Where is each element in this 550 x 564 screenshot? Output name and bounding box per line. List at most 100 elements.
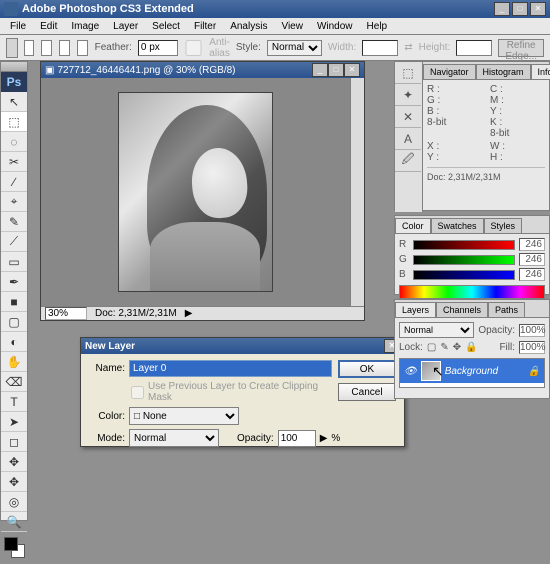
close-button[interactable]: ✕ (530, 2, 546, 16)
refine-edge-button[interactable]: Refine Edge... (498, 39, 544, 57)
well-tab-1[interactable]: ⬚ (395, 62, 421, 84)
tool-0[interactable]: ↖ (1, 92, 27, 112)
tool-20[interactable]: ◎ (1, 492, 27, 512)
style-select[interactable]: Normal (267, 40, 322, 56)
well-tab-5[interactable]: 🖉 (395, 150, 421, 172)
tool-15[interactable]: T (1, 392, 27, 412)
menu-help[interactable]: Help (361, 20, 394, 33)
lock-pixels-icon[interactable]: ✎ (440, 342, 448, 353)
document-canvas[interactable] (41, 78, 350, 306)
opacity-flyout-icon[interactable]: ▶ (320, 433, 328, 444)
selection-mode-subtract[interactable] (59, 40, 70, 56)
menu-select[interactable]: Select (146, 20, 186, 33)
tool-7[interactable]: ⟋ (1, 232, 27, 252)
document-title-bar[interactable]: ▣ 727712_46446441.png @ 30% (RGB/8) _ □ … (41, 62, 364, 78)
tool-4[interactable]: ∕ (1, 172, 27, 192)
well-tab-3[interactable]: ✕ (395, 106, 421, 128)
style-label: Style: (236, 42, 261, 53)
tool-2[interactable]: ◌ (1, 132, 27, 152)
layer-name: Background (445, 366, 498, 377)
mode-select[interactable]: Normal (129, 429, 219, 447)
selection-mode-intersect[interactable] (77, 40, 88, 56)
tool-17[interactable]: ◻ (1, 432, 27, 452)
b-value[interactable]: 246 (519, 268, 545, 281)
tab-info[interactable]: Info (531, 64, 550, 79)
tool-14[interactable]: ⌫ (1, 372, 27, 392)
height-input (456, 40, 492, 56)
tab-channels[interactable]: Channels (436, 302, 488, 317)
g-slider[interactable] (413, 255, 515, 265)
menu-analysis[interactable]: Analysis (224, 20, 273, 33)
blend-mode-select[interactable]: Normal (399, 322, 474, 338)
tool-12[interactable]: ◐ (1, 332, 27, 352)
tool-8[interactable]: ▭ (1, 252, 27, 272)
foreground-swatch[interactable] (4, 537, 18, 551)
layer-fill-input[interactable]: 100% (519, 341, 545, 354)
tool-6[interactable]: ✎ (1, 212, 27, 232)
menu-file[interactable]: File (4, 20, 32, 33)
tool-9[interactable]: ✒ (1, 272, 27, 292)
tool-11[interactable]: ▢ (1, 312, 27, 332)
vertical-scrollbar[interactable] (350, 78, 364, 306)
layer-name-input[interactable] (129, 360, 332, 377)
tab-navigator[interactable]: Navigator (423, 64, 476, 79)
zoom-field[interactable]: 30% (45, 307, 87, 320)
tool-5[interactable]: ⌖ (1, 192, 27, 212)
doc-minimize-button[interactable]: _ (312, 63, 328, 77)
tool-18[interactable]: ✥ (1, 452, 27, 472)
tool-3[interactable]: ✂ (1, 152, 27, 172)
tab-swatches[interactable]: Swatches (431, 218, 484, 233)
color-spectrum[interactable] (399, 285, 545, 299)
minimize-button[interactable]: _ (494, 2, 510, 16)
doc-close-button[interactable]: ✕ (344, 63, 360, 77)
r-slider[interactable] (413, 240, 515, 250)
tool-13[interactable]: ✋ (1, 352, 27, 372)
antialias-label: Anti-alias (209, 37, 230, 59)
layer-thumbnail[interactable] (421, 361, 441, 381)
visibility-eye-icon[interactable]: 👁 (404, 366, 417, 377)
selection-mode-add[interactable] (41, 40, 52, 56)
tab-color[interactable]: Color (395, 218, 431, 233)
selection-mode-new[interactable] (24, 40, 35, 56)
b-slider[interactable] (413, 270, 515, 280)
menu-layer[interactable]: Layer (107, 20, 144, 33)
opacity-input[interactable] (278, 430, 316, 447)
menu-bar: FileEditImageLayerSelectFilterAnalysisVi… (0, 18, 550, 35)
dialog-title-bar[interactable]: New Layer ✕ (81, 338, 404, 354)
new-layer-dialog: New Layer ✕ OK Cancel Name: Use Previous… (80, 337, 405, 447)
tool-16[interactable]: ➤ (1, 412, 27, 432)
ok-button[interactable]: OK (338, 360, 396, 378)
menu-window[interactable]: Window (311, 20, 359, 33)
well-tab-4[interactable]: A (395, 128, 421, 150)
layer-opacity-input[interactable]: 100% (519, 324, 545, 337)
lock-move-icon[interactable]: ✥ (453, 342, 461, 353)
maximize-button[interactable]: □ (512, 2, 528, 16)
menu-image[interactable]: Image (65, 20, 105, 33)
feather-input[interactable] (138, 40, 178, 56)
tool-10[interactable]: ■ (1, 292, 27, 312)
tab-layers[interactable]: Layers (395, 302, 436, 317)
lock-trans-icon[interactable]: ▢ (427, 342, 436, 353)
lock-all-icon[interactable]: 🔒 (465, 342, 477, 353)
tab-histogram[interactable]: Histogram (476, 64, 531, 79)
active-tool-indicator[interactable] (6, 38, 18, 58)
toolbox-grip[interactable] (1, 62, 27, 72)
well-tab-2[interactable]: ✦ (395, 84, 421, 106)
fill-label: Fill: (499, 342, 515, 353)
color-select[interactable]: □ None (129, 407, 239, 425)
tool-21[interactable]: 🔍 (1, 512, 27, 532)
cancel-button[interactable]: Cancel (338, 383, 396, 401)
menu-view[interactable]: View (275, 20, 309, 33)
tab-styles[interactable]: Styles (484, 218, 523, 233)
status-menu-arrow[interactable]: ▶ (185, 308, 193, 319)
tool-1[interactable]: ⬚ (1, 112, 27, 132)
layer-item-background[interactable]: 👁 Background 🔒 (400, 359, 544, 383)
menu-filter[interactable]: Filter (188, 20, 222, 33)
tool-19[interactable]: ✥ (1, 472, 27, 492)
doc-maximize-button[interactable]: □ (328, 63, 344, 77)
r-value[interactable]: 246 (519, 238, 545, 251)
tab-paths[interactable]: Paths (488, 302, 525, 317)
menu-edit[interactable]: Edit (34, 20, 63, 33)
g-value[interactable]: 246 (519, 253, 545, 266)
document-window: ▣ 727712_46446441.png @ 30% (RGB/8) _ □ … (40, 61, 365, 321)
